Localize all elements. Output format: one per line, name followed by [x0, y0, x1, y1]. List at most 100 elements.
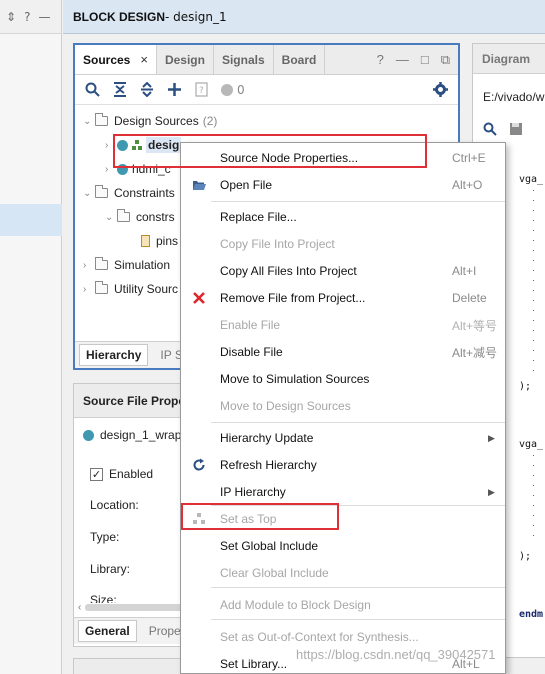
minimize-icon[interactable]: —	[38, 10, 50, 24]
menu-item-replace-file[interactable]: Replace File...	[181, 206, 505, 228]
menu-label: Refresh Hierarchy	[220, 458, 317, 472]
set-top-icon	[190, 513, 208, 525]
tree-pins[interactable]: pins	[141, 230, 178, 252]
expanded-arrow-icon[interactable]: ⌄	[83, 188, 95, 199]
tab-sources[interactable]: Sources ×	[75, 45, 157, 74]
menu-shortcut: Alt+O	[452, 178, 483, 192]
tree-hdmi[interactable]: › hdmi_c	[105, 158, 171, 180]
tab-sources-label: Sources	[83, 52, 131, 67]
menu-label: Move to Simulation Sources	[220, 372, 370, 386]
selected-flow-item[interactable]	[0, 204, 62, 236]
collapsed-arrow-icon[interactable]: ›	[105, 140, 117, 151]
tab-signals[interactable]: Signals	[214, 45, 274, 74]
menu-item-hierarchy-update[interactable]: Hierarchy Update ▶	[181, 427, 505, 449]
code-line: vga_	[519, 174, 544, 185]
tree-constraints[interactable]: ⌄ Constraints	[83, 182, 175, 204]
scroll-left-icon[interactable]: ‹	[78, 602, 81, 613]
location-label: Location:	[90, 498, 139, 512]
tab-hierarchy[interactable]: Hierarchy	[79, 344, 149, 366]
gear-icon[interactable]	[433, 82, 448, 97]
menu-item-open-file[interactable]: Open File Alt+O	[181, 174, 505, 196]
menu-shortcut: Alt+等号	[452, 318, 498, 333]
enabled-row[interactable]: ✓ Enabled	[90, 467, 153, 481]
close-icon[interactable]: ×	[140, 52, 148, 67]
menu-item-ip-hierarchy[interactable]: IP Hierarchy ▶	[181, 481, 505, 503]
left-panel-toolbar: ⇕ ? —	[0, 0, 61, 34]
block-design-icon	[132, 140, 142, 150]
menu-item-clear-global-include: Clear Global Include	[181, 562, 505, 584]
tree-constrs[interactable]: ⌄ constrs	[105, 206, 175, 228]
properties-hscrollbar[interactable]: ‹	[78, 601, 188, 613]
menu-item-source-node-properties[interactable]: Source Node Properties... Ctrl+E	[181, 147, 505, 169]
expand-all-icon[interactable]	[140, 82, 154, 97]
menu-item-refresh-hierarchy[interactable]: Refresh Hierarchy	[181, 454, 505, 476]
tree-utility[interactable]: › Utility Sourc	[83, 278, 178, 300]
tree-design-sources[interactable]: ⌄ Design Sources (2)	[83, 110, 217, 132]
menu-label: Add Module to Block Design	[220, 598, 371, 612]
menu-separator	[211, 505, 505, 506]
scrollbar-thumb[interactable]	[85, 603, 188, 611]
tab-design-label: Design	[164, 52, 205, 67]
menu-label: Set as Top	[220, 512, 277, 526]
diagram-toolbar	[483, 122, 523, 136]
menu-shortcut: Alt+I	[452, 264, 477, 278]
collapse-all-icon[interactable]	[113, 82, 127, 97]
menu-item-move-to-simulation[interactable]: Move to Simulation Sources	[181, 368, 505, 390]
tree-label: Simulation	[114, 258, 171, 272]
collapse-icon[interactable]: ⇕	[6, 10, 16, 24]
tree-simulation[interactable]: › Simulation	[83, 254, 170, 276]
block-design-header: BLOCK DESIGN - design_1	[63, 0, 545, 34]
menu-item-copy-all-files[interactable]: Copy All Files Into Project Alt+I	[181, 260, 505, 282]
tree-label: hdmi_c	[132, 162, 171, 176]
tab-signals-label: Signals	[221, 52, 265, 67]
messages-counter[interactable]: 0	[221, 83, 245, 97]
menu-item-remove-file[interactable]: Remove File from Project... Delete	[181, 287, 505, 309]
messages-count: 0	[237, 82, 245, 97]
menu-item-disable-file[interactable]: Disable File Alt+减号	[181, 341, 505, 363]
header-title-rest: - design_1	[165, 9, 227, 24]
refresh-icon	[190, 458, 208, 472]
menu-label: Move to Design Sources	[220, 399, 351, 413]
expanded-arrow-icon[interactable]: ⌄	[83, 116, 95, 127]
menu-label: Remove File from Project...	[220, 291, 366, 305]
tree-label: Constraints	[114, 186, 175, 200]
menu-shortcut: Delete	[452, 291, 487, 305]
properties-file-row: design_1_wrap	[83, 428, 181, 442]
search-icon[interactable]	[483, 122, 497, 136]
code-indent-guide	[533, 190, 534, 380]
tab-design[interactable]: Design	[157, 45, 214, 74]
svg-text:?: ?	[199, 86, 204, 96]
tree-design-wrapper[interactable]: › desig	[105, 134, 182, 156]
menu-item-set-global-include[interactable]: Set Global Include	[181, 535, 505, 557]
code-line: );	[519, 381, 532, 392]
type-label: Type:	[90, 530, 120, 544]
collapsed-arrow-icon[interactable]: ›	[83, 260, 95, 271]
diagram-path: E:/vivado/w	[483, 90, 545, 104]
menu-label: IP Hierarchy	[220, 485, 286, 499]
save-icon[interactable]	[509, 122, 523, 136]
help-icon[interactable]: ?	[24, 10, 30, 24]
collapsed-arrow-icon[interactable]: ›	[105, 164, 117, 175]
tab-general[interactable]: General	[78, 620, 137, 642]
source-dot-icon	[117, 163, 128, 175]
collapsed-arrow-icon[interactable]: ›	[83, 284, 95, 295]
diagram-tab[interactable]: Diagram	[473, 44, 545, 74]
enabled-checkbox[interactable]: ✓	[90, 467, 103, 481]
code-indent-guide	[533, 455, 534, 545]
menu-item-out-of-context: Set as Out-of-Context for Synthesis...	[181, 626, 505, 648]
expanded-arrow-icon[interactable]: ⌄	[105, 212, 117, 223]
maximize-icon[interactable]: □	[421, 52, 429, 67]
tab-board-label: Board	[281, 52, 317, 67]
tab-board[interactable]: Board	[274, 45, 326, 74]
properties-icon[interactable]: ?	[195, 82, 208, 97]
float-icon[interactable]: ⧉	[441, 52, 450, 68]
minimize-icon[interactable]: —	[396, 52, 409, 67]
menu-label: Set Global Include	[220, 539, 319, 553]
add-sources-icon[interactable]	[167, 82, 182, 97]
help-icon[interactable]: ?	[377, 52, 384, 67]
tree-label: Utility Sourc	[114, 282, 179, 296]
code-line: vga_	[519, 439, 544, 450]
remove-icon	[190, 291, 208, 305]
search-icon[interactable]	[85, 82, 100, 97]
tree-label: desig	[146, 137, 182, 153]
